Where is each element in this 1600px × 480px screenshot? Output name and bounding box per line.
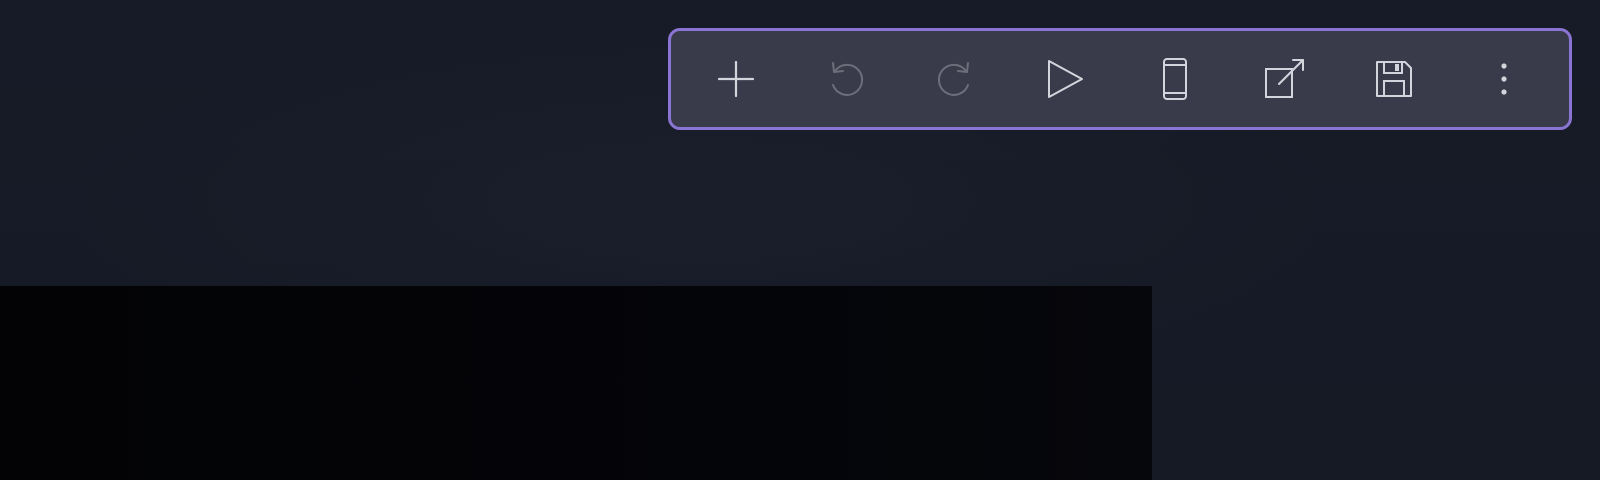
phone-icon [1162,58,1187,100]
editor-canvas [0,0,1600,480]
more-button[interactable] [1468,43,1540,115]
redo-button[interactable] [919,43,991,115]
preview-panel [0,286,1152,480]
more-vertical-icon [1501,63,1507,95]
save-button[interactable] [1358,43,1430,115]
open-external-icon [1264,59,1304,98]
run-button[interactable] [1029,43,1101,115]
plus-icon [717,60,754,98]
undo-icon [831,62,863,96]
toolbar [668,28,1572,130]
play-icon [1048,60,1084,98]
undo-button[interactable] [810,43,882,115]
redo-icon [938,62,970,96]
device-preview-button[interactable] [1139,43,1211,115]
floppy-disk-icon [1376,61,1413,97]
add-button[interactable] [700,43,772,115]
open-external-button[interactable] [1249,43,1321,115]
